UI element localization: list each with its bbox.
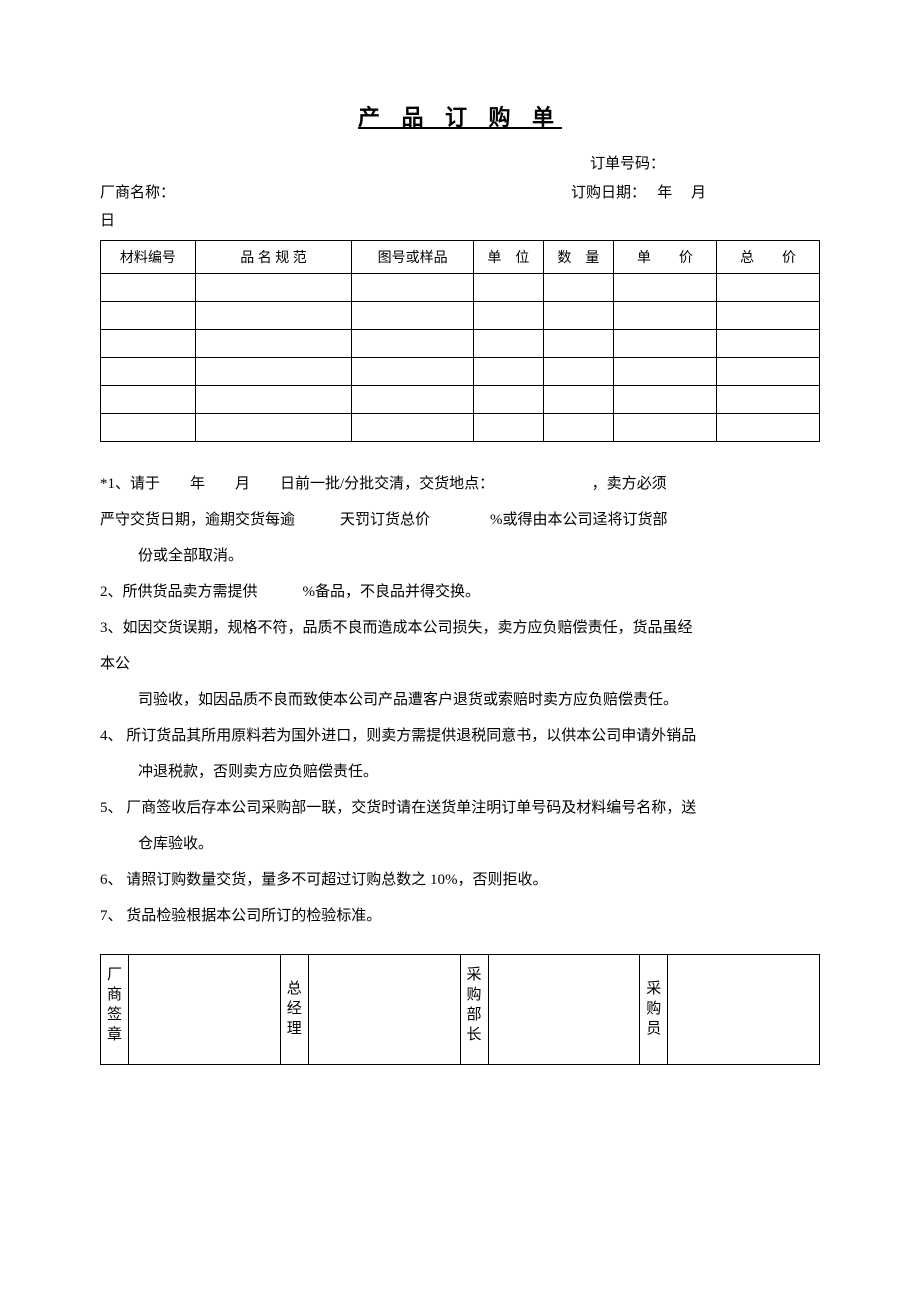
note-3c: 司验收，如因品质不良而致使本公司产品遭客户退货或索赔时卖方应负赔偿责任。 bbox=[100, 682, 820, 718]
note-5b: 仓库验收。 bbox=[100, 826, 820, 862]
order-number-label: 订单号码： bbox=[100, 150, 820, 179]
note-3a: 3、如因交货误期，规格不符，品质不良而造成本公司损失，卖方应负赔偿责任，货品虽经 bbox=[100, 610, 820, 646]
col-price: 单 价 bbox=[613, 240, 716, 273]
col-material-no: 材料编号 bbox=[101, 240, 196, 273]
note-7: 7、 货品检验根据本公司所订的检验标准。 bbox=[100, 898, 820, 934]
sign-gm-box bbox=[308, 954, 460, 1064]
order-table: 材料编号 品 名 规 范 图号或样品 单 位 数 量 单 价 总 价 bbox=[100, 240, 820, 442]
note-2: 2、所供货品卖方需提供 %备品，不良品并得交换。 bbox=[100, 574, 820, 610]
note-1c: 份或全部取消。 bbox=[100, 538, 820, 574]
sign-purchase-mgr-label: 采购部长 bbox=[460, 954, 488, 1064]
vendor-name-label: 厂商名称： bbox=[100, 179, 175, 208]
col-total: 总 价 bbox=[716, 240, 819, 273]
sign-purchase-mgr-box bbox=[488, 954, 640, 1064]
note-6: 6、 请照订购数量交货，量多不可超过订购总数之 10%，否则拒收。 bbox=[100, 862, 820, 898]
table-header-row: 材料编号 品 名 规 范 图号或样品 单 位 数 量 单 价 总 价 bbox=[101, 240, 820, 273]
terms-block: *1、请于 年 月 日前一批/分批交清，交货地点： ，卖方必须 严守交货日期，逾… bbox=[100, 466, 820, 934]
col-unit: 单 位 bbox=[473, 240, 543, 273]
table-row bbox=[101, 357, 820, 385]
sign-purchaser-box bbox=[668, 954, 820, 1064]
note-4b: 冲退税款，否则卖方应负赔偿责任。 bbox=[100, 754, 820, 790]
col-qty: 数 量 bbox=[543, 240, 613, 273]
note-1b: 严守交货日期，逾期交货每逾 天罚订货总价 %或得由本公司迳将订货部 bbox=[100, 502, 820, 538]
signature-table: 厂商签章 总经理 采购部长 采购员 bbox=[100, 954, 820, 1065]
sign-vendor-seal-label: 厂商签章 bbox=[101, 954, 129, 1064]
table-row bbox=[101, 385, 820, 413]
table-row bbox=[101, 413, 820, 441]
order-date-label: 订购日期： 年 月 bbox=[175, 179, 706, 208]
order-date-day: 日 bbox=[100, 207, 820, 236]
header-block: 订单号码： 厂商名称： 订购日期： 年 月 日 bbox=[100, 150, 820, 236]
document-title: 产 品 订 购 单 bbox=[100, 100, 820, 132]
note-5a: 5、 厂商签收后存本公司采购部一联，交货时请在送货单注明订单号码及材料编号名称，… bbox=[100, 790, 820, 826]
note-3b: 本公 bbox=[100, 646, 820, 682]
col-drawing: 图号或样品 bbox=[352, 240, 474, 273]
table-row bbox=[101, 273, 820, 301]
sign-vendor-seal-box bbox=[129, 954, 281, 1064]
table-row bbox=[101, 301, 820, 329]
note-1a: *1、请于 年 月 日前一批/分批交清，交货地点： ，卖方必须 bbox=[100, 466, 820, 502]
sign-purchaser-label: 采购员 bbox=[640, 954, 668, 1064]
sign-gm-label: 总经理 bbox=[280, 954, 308, 1064]
note-4a: 4、 所订货品其所用原料若为国外进口，则卖方需提供退税同意书，以供本公司申请外销… bbox=[100, 718, 820, 754]
col-name-spec: 品 名 规 范 bbox=[195, 240, 352, 273]
document-page: 产 品 订 购 单 订单号码： 厂商名称： 订购日期： 年 月 日 材料编号 品… bbox=[0, 0, 920, 1302]
table-row bbox=[101, 329, 820, 357]
